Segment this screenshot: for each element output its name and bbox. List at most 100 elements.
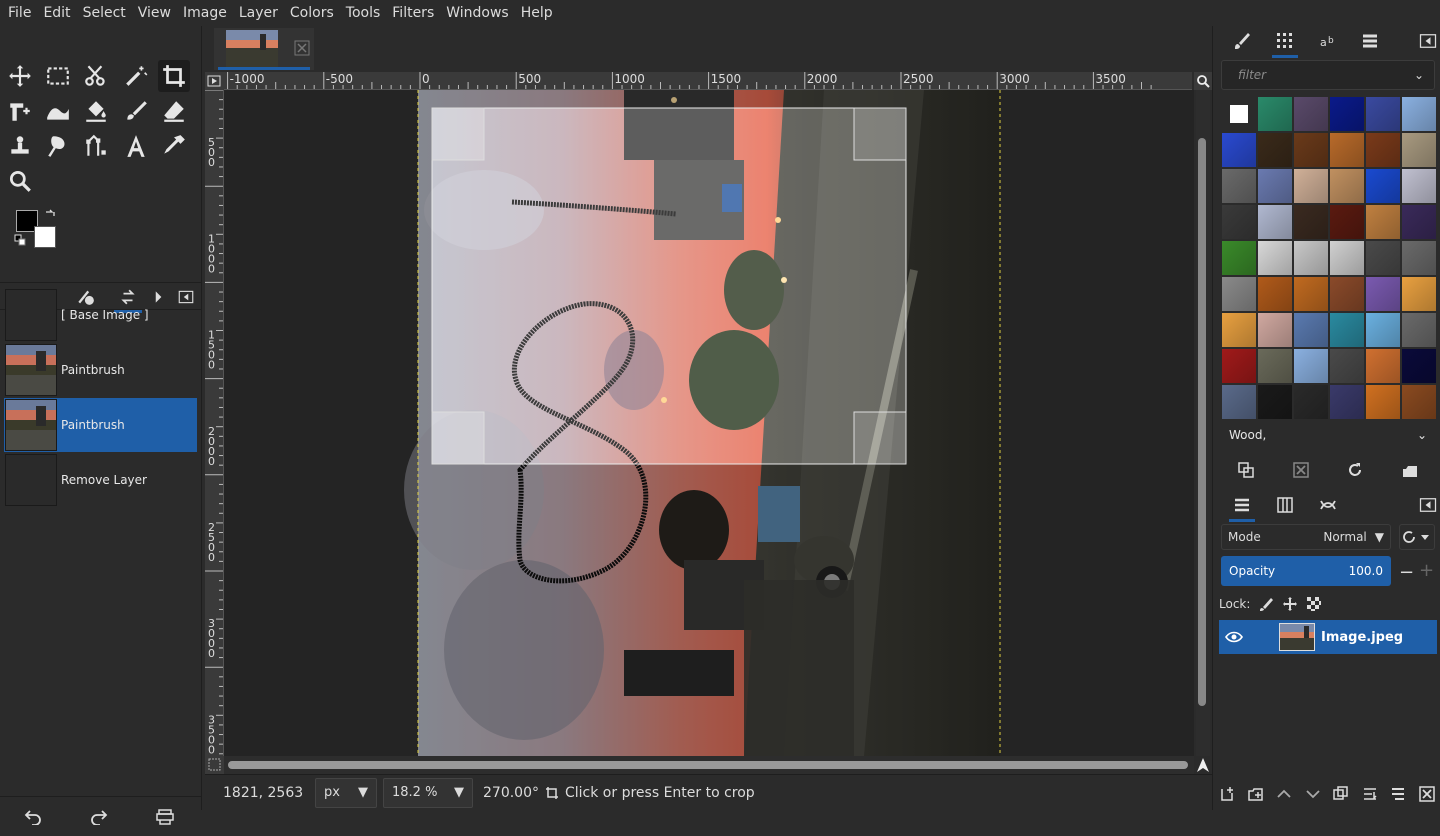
pattern-swatch[interactable] (1366, 313, 1400, 347)
anchor-layer-icon[interactable] (1390, 786, 1406, 802)
duplicate-layer-icon[interactable] (1333, 786, 1349, 802)
clear-history-icon[interactable] (156, 809, 174, 825)
open-pattern-icon[interactable] (1401, 461, 1419, 479)
tab-paths[interactable] (1311, 490, 1345, 520)
lock-position-icon[interactable] (1282, 596, 1298, 612)
tab-layers[interactable] (1225, 490, 1259, 522)
paths-tool-icon[interactable] (80, 130, 112, 162)
pattern-swatch[interactable] (1330, 313, 1364, 347)
duplicate-pattern-icon[interactable] (1237, 461, 1255, 479)
pattern-swatch[interactable] (1402, 277, 1436, 311)
text-tool-icon[interactable] (120, 130, 152, 162)
tab-channels[interactable] (1268, 490, 1302, 520)
pattern-swatch[interactable] (1222, 313, 1256, 347)
menu-item-tools[interactable]: Tools (340, 0, 387, 26)
tab-document-history[interactable] (1353, 26, 1387, 56)
composite-mode-button[interactable] (1399, 524, 1435, 550)
warp-transform-tool-icon[interactable] (42, 95, 74, 127)
delete-layer-icon[interactable] (1419, 786, 1435, 802)
pattern-name-select[interactable]: Wood, ⌄ (1219, 420, 1437, 450)
pattern-swatch[interactable] (1294, 385, 1328, 419)
pattern-swatch[interactable] (1222, 205, 1256, 239)
pattern-swatch[interactable] (1258, 313, 1292, 347)
tab-patterns[interactable] (1268, 26, 1302, 58)
pattern-swatch[interactable] (1366, 241, 1400, 275)
raise-layer-icon[interactable] (1276, 786, 1292, 802)
pattern-swatch[interactable] (1222, 277, 1256, 311)
pattern-swatch[interactable] (1330, 169, 1364, 203)
horizontal-scrollbar[interactable] (224, 756, 1194, 774)
pattern-swatch[interactable] (1258, 205, 1292, 239)
vertical-scrollbar[interactable] (1196, 90, 1210, 756)
pattern-filter-input[interactable]: filter ⌄ (1221, 60, 1435, 90)
delete-pattern-icon[interactable] (1292, 461, 1310, 479)
pattern-swatch[interactable] (1402, 205, 1436, 239)
chain-link-slot[interactable] (1251, 623, 1271, 651)
pattern-swatch[interactable] (1402, 241, 1436, 275)
panel-menu-icon[interactable] (1411, 26, 1440, 56)
pattern-swatch[interactable] (1294, 277, 1328, 311)
pattern-swatch[interactable] (1330, 205, 1364, 239)
new-layer-icon[interactable] (1219, 786, 1235, 802)
pattern-swatch[interactable] (1222, 133, 1256, 167)
pattern-swatch[interactable] (1222, 241, 1256, 275)
pattern-swatch[interactable] (1294, 313, 1328, 347)
pattern-swatch[interactable] (1222, 169, 1256, 203)
zoom-tool-icon[interactable] (4, 165, 36, 197)
unit-select[interactable]: px ▼ (315, 777, 377, 808)
chevron-down-icon[interactable]: ⌄ (1414, 61, 1424, 89)
pattern-swatch[interactable] (1294, 205, 1328, 239)
menu-item-image[interactable]: Image (177, 0, 233, 26)
pattern-swatch[interactable] (1258, 241, 1292, 275)
pattern-swatch[interactable] (1294, 241, 1328, 275)
move-tool-icon[interactable] (4, 60, 36, 92)
pattern-swatch[interactable] (1402, 385, 1436, 419)
pattern-swatch[interactable] (1366, 349, 1400, 383)
smudge-tool-icon[interactable] (42, 130, 74, 162)
scissors-select-tool-icon[interactable] (80, 60, 112, 92)
menu-item-colors[interactable]: Colors (284, 0, 340, 26)
image-tab[interactable] (214, 28, 314, 70)
layer-mode-select[interactable]: Mode Normal ▼ (1221, 524, 1391, 550)
pattern-swatch[interactable] (1330, 385, 1364, 419)
zoom-navigate-icon[interactable] (1194, 72, 1212, 90)
pattern-swatch[interactable] (1330, 133, 1364, 167)
paintbrush-tool-icon[interactable] (120, 95, 152, 127)
pattern-swatch[interactable] (1366, 97, 1400, 131)
history-item[interactable]: Remove Layer (4, 453, 197, 507)
pattern-swatch[interactable] (1294, 133, 1328, 167)
crop-tool-icon[interactable] (158, 60, 190, 92)
color-picker-tool-icon[interactable] (158, 130, 190, 162)
panel-menu-icon[interactable] (1411, 490, 1440, 520)
menu-item-windows[interactable]: Windows (440, 0, 515, 26)
redo-icon[interactable] (90, 809, 108, 825)
pattern-swatch[interactable] (1258, 133, 1292, 167)
merge-down-icon[interactable] (1362, 786, 1378, 802)
pattern-swatch[interactable] (1258, 385, 1292, 419)
pattern-swatch[interactable] (1222, 385, 1256, 419)
scroll-thumb-vertical[interactable] (1198, 138, 1206, 706)
pattern-swatch[interactable] (1330, 97, 1364, 131)
menu-item-edit[interactable]: Edit (37, 0, 76, 26)
tab-fonts[interactable]: ab (1311, 26, 1345, 56)
scroll-thumb-horizontal[interactable] (228, 761, 1188, 769)
pattern-swatch[interactable] (1330, 349, 1364, 383)
navigate-icon[interactable] (1194, 756, 1212, 774)
pattern-swatch[interactable] (1366, 169, 1400, 203)
pattern-swatch[interactable] (1402, 97, 1436, 131)
pattern-swatch[interactable] (1222, 349, 1256, 383)
pattern-swatch[interactable] (1294, 97, 1328, 131)
menu-item-view[interactable]: View (132, 0, 177, 26)
history-item[interactable]: [ Base Image ] (4, 288, 197, 342)
pattern-swatch[interactable] (1402, 169, 1436, 203)
menu-item-help[interactable]: Help (515, 0, 559, 26)
menu-item-select[interactable]: Select (77, 0, 132, 26)
pattern-swatch[interactable] (1222, 97, 1256, 131)
zoom-select[interactable]: 18.2 % ▼ (383, 777, 473, 808)
rect-select-tool-icon[interactable] (42, 60, 74, 92)
pattern-swatch[interactable] (1294, 169, 1328, 203)
unified-transform-tool-icon[interactable] (4, 95, 36, 127)
undo-icon[interactable] (24, 809, 42, 825)
swap-colors-icon[interactable] (44, 208, 56, 220)
pattern-swatch[interactable] (1366, 385, 1400, 419)
